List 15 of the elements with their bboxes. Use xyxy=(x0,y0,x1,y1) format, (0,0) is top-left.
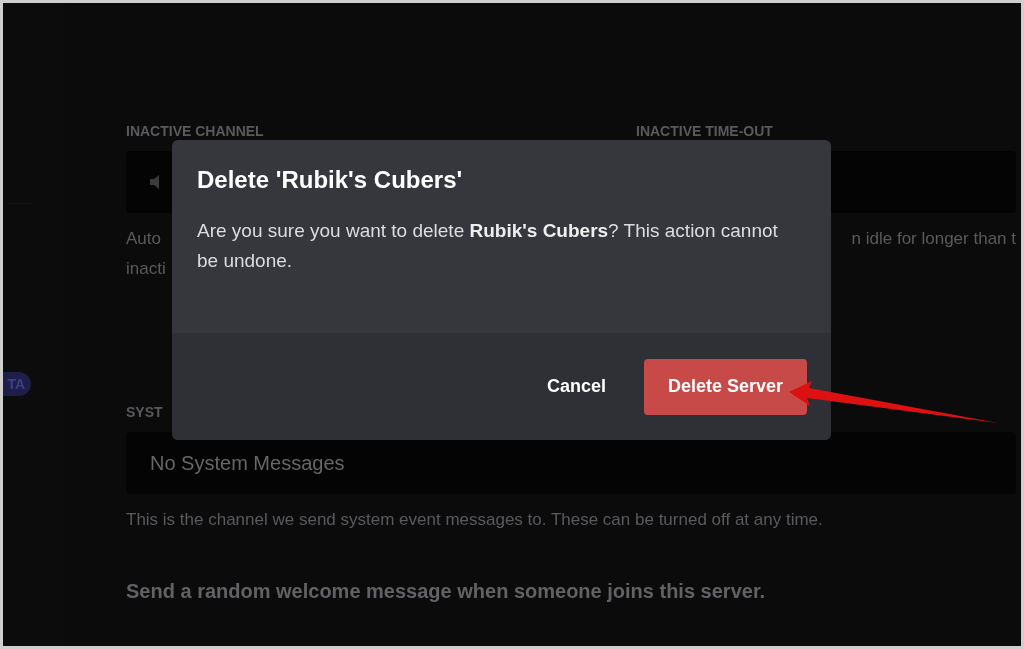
help-text: n idle for longer than t xyxy=(851,229,1016,249)
help-text: inacti xyxy=(126,259,166,279)
dialog-title: Delete 'Rubik's Cubers' xyxy=(197,166,464,194)
help-text: Auto xyxy=(126,229,161,249)
section-label: INACTIVE CHANNEL xyxy=(126,123,264,139)
system-channel-select[interactable]: No System Messages xyxy=(126,432,1016,494)
section-label: INACTIVE TIME-OUT xyxy=(636,123,773,139)
dialog-message: Are you sure you want to delete Rubik's Cubers? This action cannot be undone. xyxy=(197,219,779,273)
speaker-icon xyxy=(150,175,159,189)
option-label: Send a random welcome message when someone joins this server. xyxy=(126,580,766,603)
beta-badge: TA xyxy=(3,372,31,396)
cancel-button[interactable]: Cancel xyxy=(546,376,606,397)
section-label: SYST xyxy=(126,404,163,420)
delete-button[interactable]: Delete Server xyxy=(643,358,807,415)
help-text: This is the channel we send system event messages to. These can be turned off at any time. xyxy=(126,510,823,530)
